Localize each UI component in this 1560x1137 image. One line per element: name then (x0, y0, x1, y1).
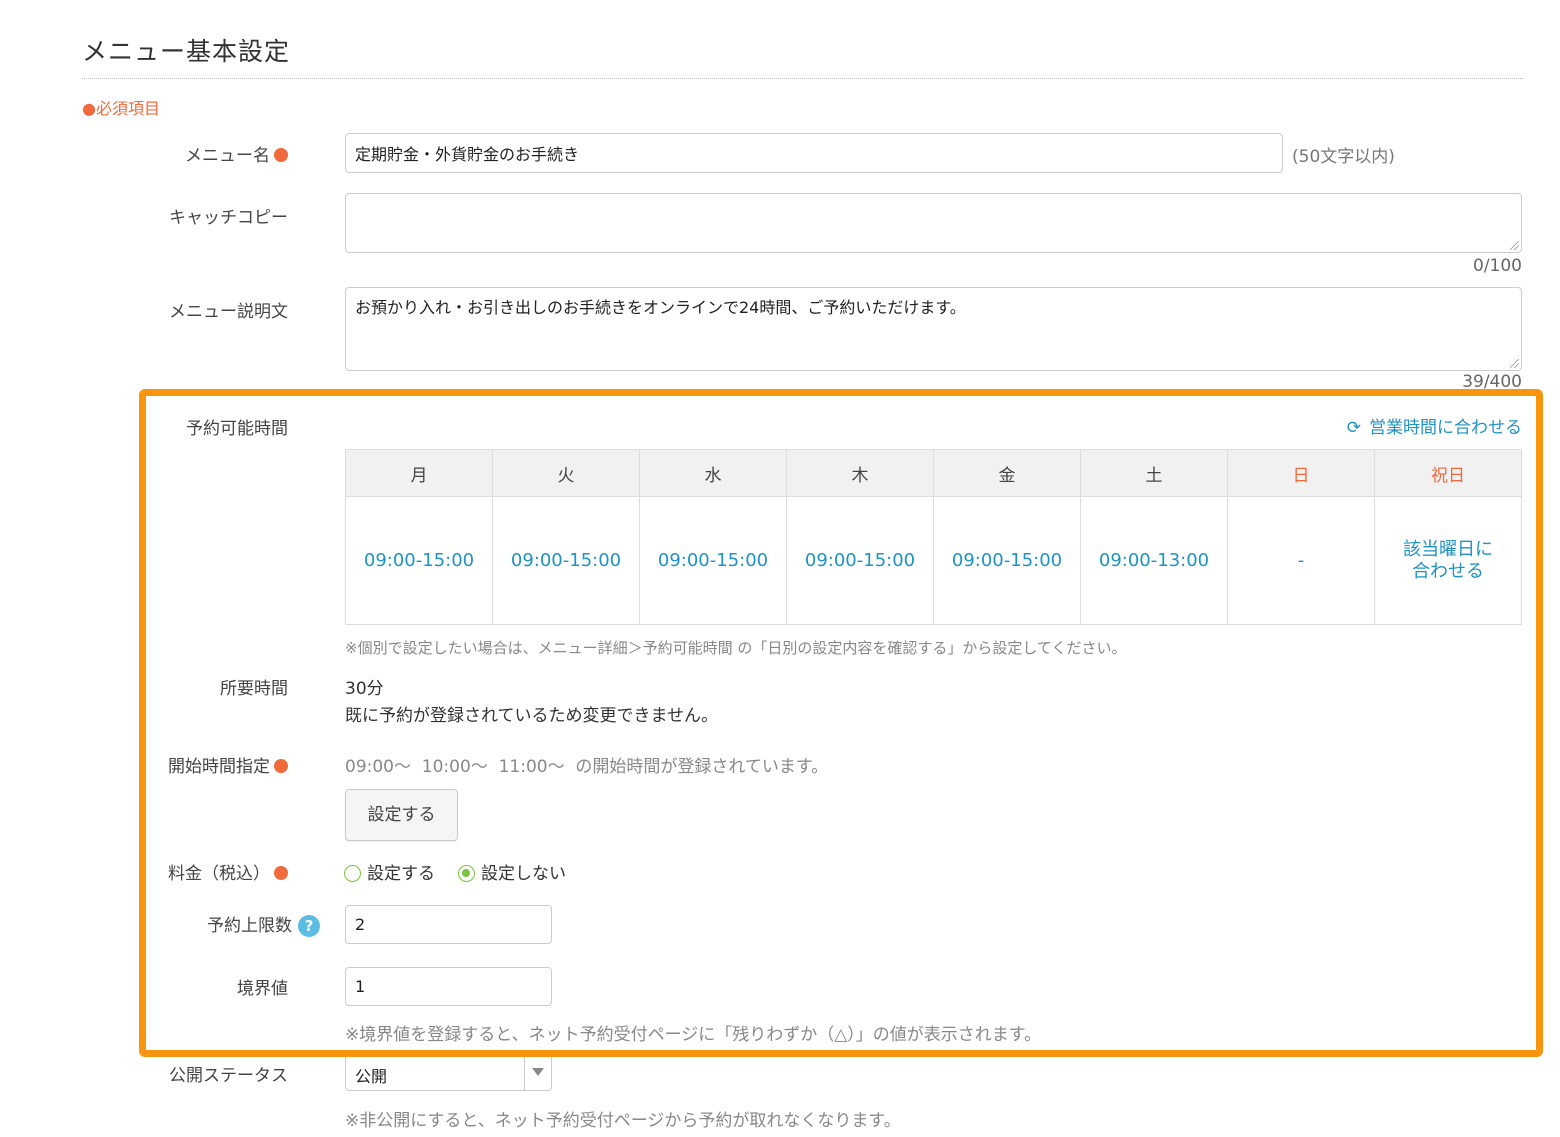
menu-name-label: メニュー名 (0, 141, 288, 166)
price-radio-unset[interactable]: 設定しない (458, 859, 566, 884)
price-option-unset-label: 設定しない (481, 864, 566, 884)
day-header-wed: 水 (639, 449, 787, 497)
description-textarea[interactable]: お預かり入れ・お引き出しのお手続きをオンラインで24時間、ご予約いただけます。 (345, 287, 1522, 371)
duration-value: 30分 (345, 679, 384, 699)
hours-cell-wed[interactable]: 09:00-15:00 (639, 496, 787, 625)
status-select-value: 公開 (355, 1067, 388, 1086)
hours-cell-sat[interactable]: 09:00-13:00 (1080, 496, 1228, 625)
price-label: 料金（税込） (0, 859, 288, 884)
menu-name-input[interactable] (345, 133, 1283, 173)
reservable-hours-note: ※個別で設定したい場合は、メニュー詳細＞予約可能時間 の「日別の設定内容を確認す… (345, 639, 1127, 657)
catch-copy-counter: 0/100 (1473, 256, 1522, 276)
description-label: メニュー説明文 (169, 302, 288, 322)
help-icon[interactable]: ? (298, 915, 320, 937)
menu-name-hint: (50文字以内) (1292, 147, 1395, 167)
catch-copy-textarea[interactable] (345, 193, 1522, 253)
required-dot-icon (274, 866, 288, 880)
start-time-text: 09:00〜 10:00〜 11:00〜 の開始時間が登録されています。 (345, 757, 829, 777)
sync-link-label: 営業時間に合わせる (1369, 418, 1522, 438)
start-time-settings-button[interactable]: 設定する (345, 789, 458, 841)
reservable-hours-table: 月 火 水 木 金 土 日 祝日 09:00-15:00 09:00-15:00… (345, 449, 1522, 625)
page-title: メニュー基本設定 (82, 37, 291, 66)
hours-cell-thu[interactable]: 09:00-15:00 (786, 496, 934, 625)
limit-label: 予約上限数? (0, 911, 320, 937)
day-header-holiday: 祝日 (1374, 449, 1522, 497)
holiday-cell-line1: 該当曜日に (1403, 538, 1493, 560)
catch-copy-label: キャッチコピー (169, 208, 288, 228)
status-select[interactable]: 公開 (345, 1053, 552, 1091)
status-note: ※非公開にすると、ネット予約受付ページから予約が取れなくなります。 (345, 1111, 901, 1131)
limit-input[interactable] (345, 905, 552, 944)
sync-business-hours-link[interactable]: ⟳ 営業時間に合わせる (1347, 413, 1522, 438)
hours-cell-fri[interactable]: 09:00-15:00 (933, 496, 1081, 625)
start-time-label: 開始時間指定 (0, 752, 288, 777)
duration-note: 既に予約が登録されているため変更できません。 (345, 706, 718, 726)
required-legend: ●必須項目 (82, 99, 160, 118)
description-counter: 39/400 (1462, 372, 1522, 392)
resize-handle-icon[interactable] (1510, 241, 1519, 250)
status-label: 公開ステータス (169, 1066, 288, 1086)
day-header-tue: 火 (492, 449, 640, 497)
threshold-label: 境界値 (237, 979, 288, 999)
day-header-sun: 日 (1227, 449, 1375, 497)
refresh-icon: ⟳ (1346, 418, 1361, 438)
hours-cell-tue[interactable]: 09:00-15:00 (492, 496, 640, 625)
hours-cell-mon[interactable]: 09:00-15:00 (345, 496, 493, 625)
threshold-input[interactable] (345, 967, 552, 1006)
required-dot-icon (274, 759, 288, 773)
holiday-cell-line2: 合わせる (1412, 560, 1484, 582)
hours-cell-holiday[interactable]: 該当曜日に 合わせる (1374, 496, 1522, 625)
day-header-fri: 金 (933, 449, 1081, 497)
day-header-thu: 木 (786, 449, 934, 497)
resize-handle-icon[interactable] (1510, 359, 1519, 368)
radio-checked-icon (458, 865, 475, 882)
required-dot-icon (274, 148, 288, 162)
day-header-mon: 月 (345, 449, 493, 497)
hours-cell-sun[interactable]: - (1227, 496, 1375, 625)
threshold-note: ※境界値を登録すると、ネット予約受付ページに「残りわずか（△）」の値が表示されま… (345, 1025, 1042, 1045)
dropdown-arrow-icon (524, 1054, 551, 1090)
duration-label: 所要時間 (220, 679, 288, 699)
price-option-set-label: 設定する (367, 864, 435, 884)
price-radio-set[interactable]: 設定する (344, 859, 435, 884)
day-header-sat: 土 (1080, 449, 1228, 497)
radio-unchecked-icon (344, 865, 361, 882)
reservable-hours-label: 予約可能時間 (186, 419, 288, 439)
title-divider (82, 78, 1523, 79)
